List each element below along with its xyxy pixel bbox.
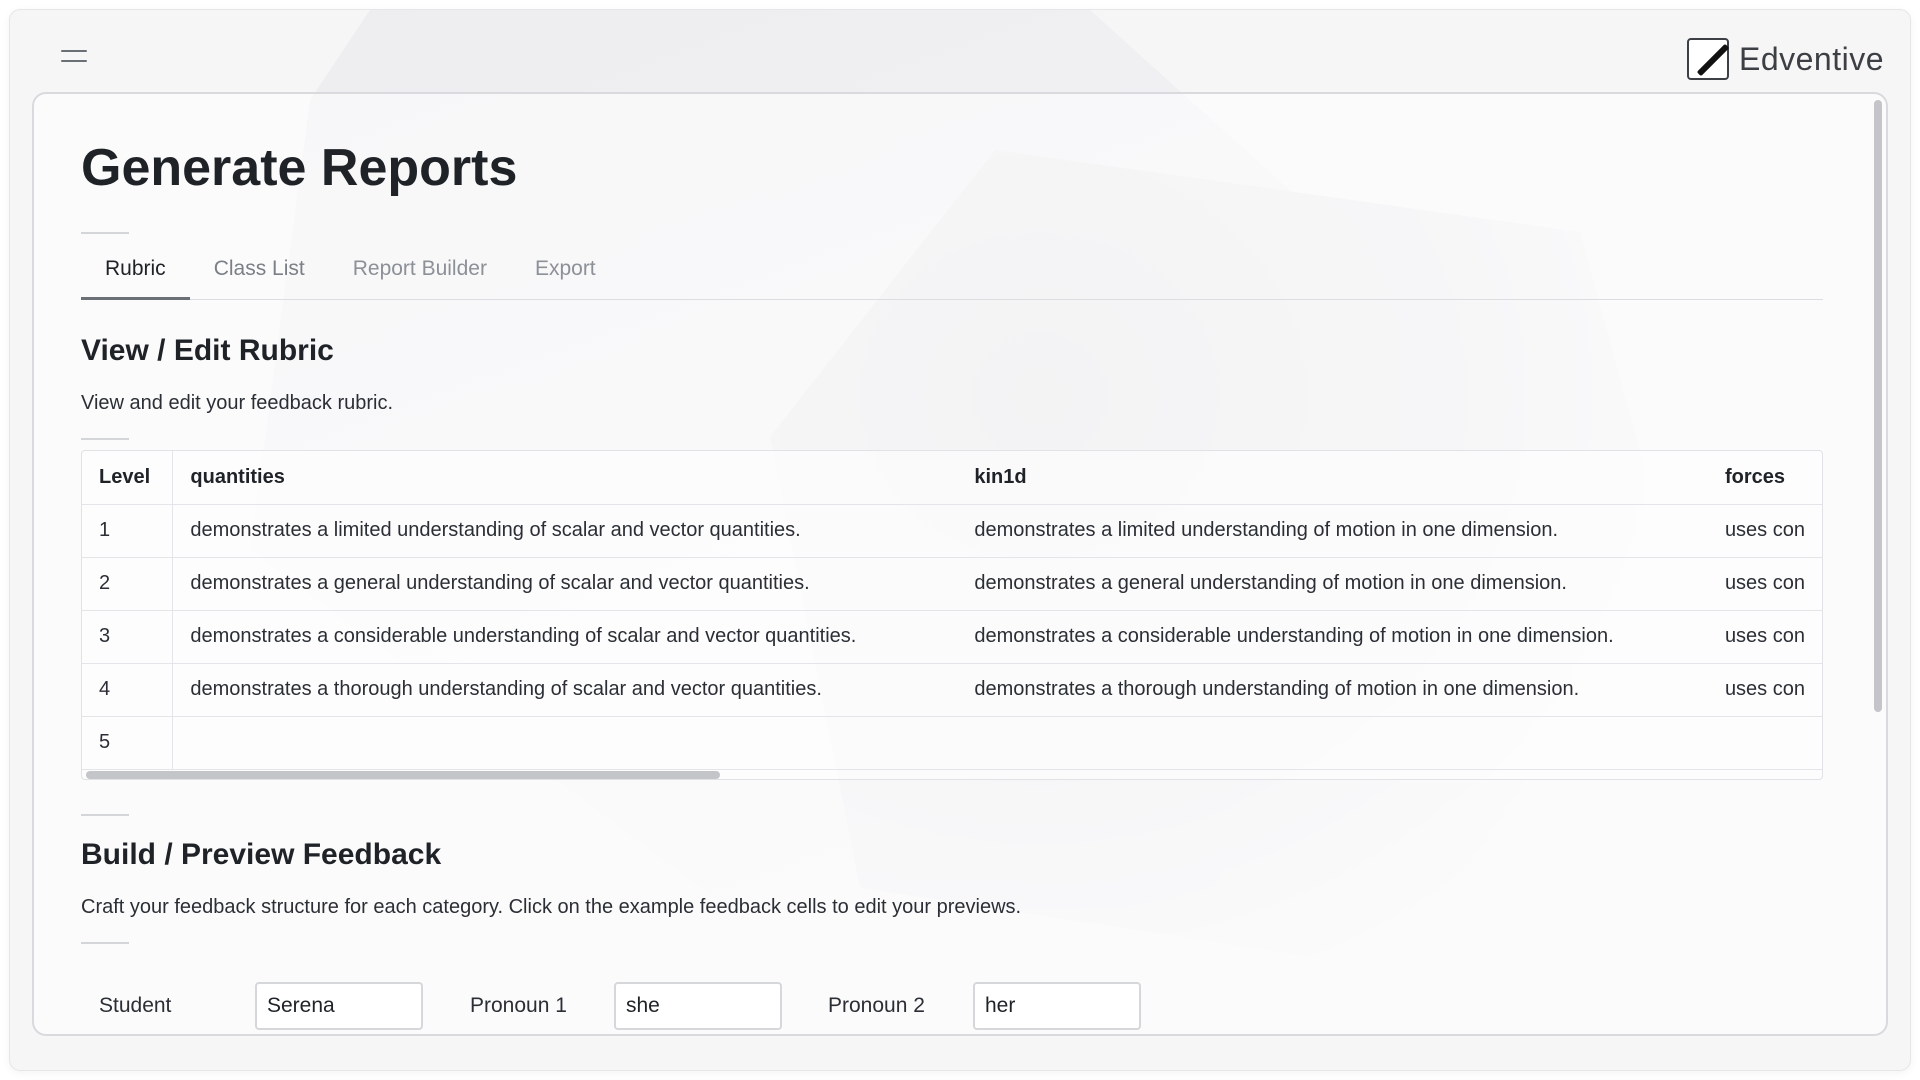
rubric-section-title: View / Edit Rubric: [81, 334, 334, 367]
student-label: Student: [99, 994, 172, 1017]
table-row: 2 demonstrates a general understanding o…: [82, 557, 1822, 611]
divider: [81, 814, 129, 816]
feedback-section-title: Build / Preview Feedback: [81, 838, 442, 871]
pronoun-2-label: Pronoun 2: [828, 994, 925, 1017]
rubric-cell[interactable]: demonstrates a considerable understandin…: [957, 610, 1708, 664]
student-input[interactable]: [255, 982, 423, 1030]
level-cell: 1: [82, 504, 174, 558]
horizontal-scrollbar[interactable]: [86, 771, 720, 779]
brand-name: Edventive: [1738, 40, 1884, 77]
divider: [81, 438, 129, 440]
column-header-quantities: quantities: [172, 451, 958, 505]
rubric-section-description: View and edit your feedback rubric.: [81, 392, 394, 414]
rubric-cell[interactable]: demonstrates a limited understanding of …: [957, 504, 1708, 558]
tab-export[interactable]: Export: [511, 244, 620, 300]
level-cell: 5: [82, 716, 174, 770]
divider: [81, 232, 129, 234]
preview-variables-row: Student Pronoun 1 Pronoun 2: [81, 982, 1141, 1030]
rubric-table-container: Level quantities kin1d forces 1 demonstr…: [81, 450, 1823, 780]
tab-class-list[interactable]: Class List: [190, 244, 329, 300]
page-title: Generate Reports: [81, 139, 518, 197]
vertical-scrollbar[interactable]: [1874, 100, 1882, 712]
hamburger-menu-icon[interactable]: [61, 50, 87, 66]
table-row: 3 demonstrates a considerable understand…: [82, 610, 1822, 664]
rubric-cell[interactable]: [172, 716, 958, 770]
column-header-level: Level: [82, 451, 174, 505]
column-header-kin1d: kin1d: [957, 451, 1708, 505]
tab-rubric[interactable]: Rubric: [81, 244, 190, 300]
rubric-cell[interactable]: demonstrates a general understanding of …: [172, 557, 958, 611]
pronoun-2-input[interactable]: [973, 982, 1141, 1030]
rubric-cell[interactable]: demonstrates a considerable understandin…: [172, 610, 958, 664]
rubric-cell[interactable]: demonstrates a general understanding of …: [957, 557, 1708, 611]
table-row: 4 demonstrates a thorough understanding …: [82, 663, 1822, 717]
table-header-row: Level quantities kin1d forces: [82, 451, 1822, 505]
brand[interactable]: Edventive: [1686, 38, 1884, 80]
main-card: Generate Reports Rubric Class List Repor…: [32, 92, 1888, 1036]
rubric-cell[interactable]: uses con: [1707, 610, 1822, 664]
rubric-table: Level quantities kin1d forces 1 demonstr…: [82, 451, 1822, 770]
column-header-forces: forces: [1707, 451, 1822, 505]
rubric-cell[interactable]: uses con: [1707, 557, 1822, 611]
table-row: 1 demonstrates a limited understanding o…: [82, 504, 1822, 558]
level-cell: 4: [82, 663, 174, 717]
pronoun-1-label: Pronoun 1: [470, 994, 567, 1017]
rubric-cell[interactable]: demonstrates a thorough understanding of…: [957, 663, 1708, 717]
pronoun-1-input[interactable]: [614, 982, 782, 1030]
tab-bar: Rubric Class List Report Builder Export: [81, 244, 1823, 300]
tab-report-builder[interactable]: Report Builder: [329, 244, 511, 300]
level-cell: 2: [82, 557, 174, 611]
table-row: 5: [82, 716, 1822, 770]
divider: [81, 942, 129, 944]
rubric-cell[interactable]: uses con: [1707, 504, 1822, 558]
rubric-cell[interactable]: [1707, 716, 1822, 770]
feedback-section-description: Craft your feedback structure for each c…: [81, 896, 1022, 918]
rubric-cell[interactable]: uses con: [1707, 663, 1822, 717]
rubric-cell[interactable]: demonstrates a thorough understanding of…: [172, 663, 958, 717]
rubric-cell[interactable]: demonstrates a limited understanding of …: [172, 504, 958, 558]
pencil-logo-icon: [1686, 38, 1729, 80]
rubric-cell[interactable]: [957, 716, 1708, 770]
app-window: Edventive Generate Reports Rubric Class …: [10, 10, 1910, 1070]
level-cell: 3: [82, 610, 174, 664]
